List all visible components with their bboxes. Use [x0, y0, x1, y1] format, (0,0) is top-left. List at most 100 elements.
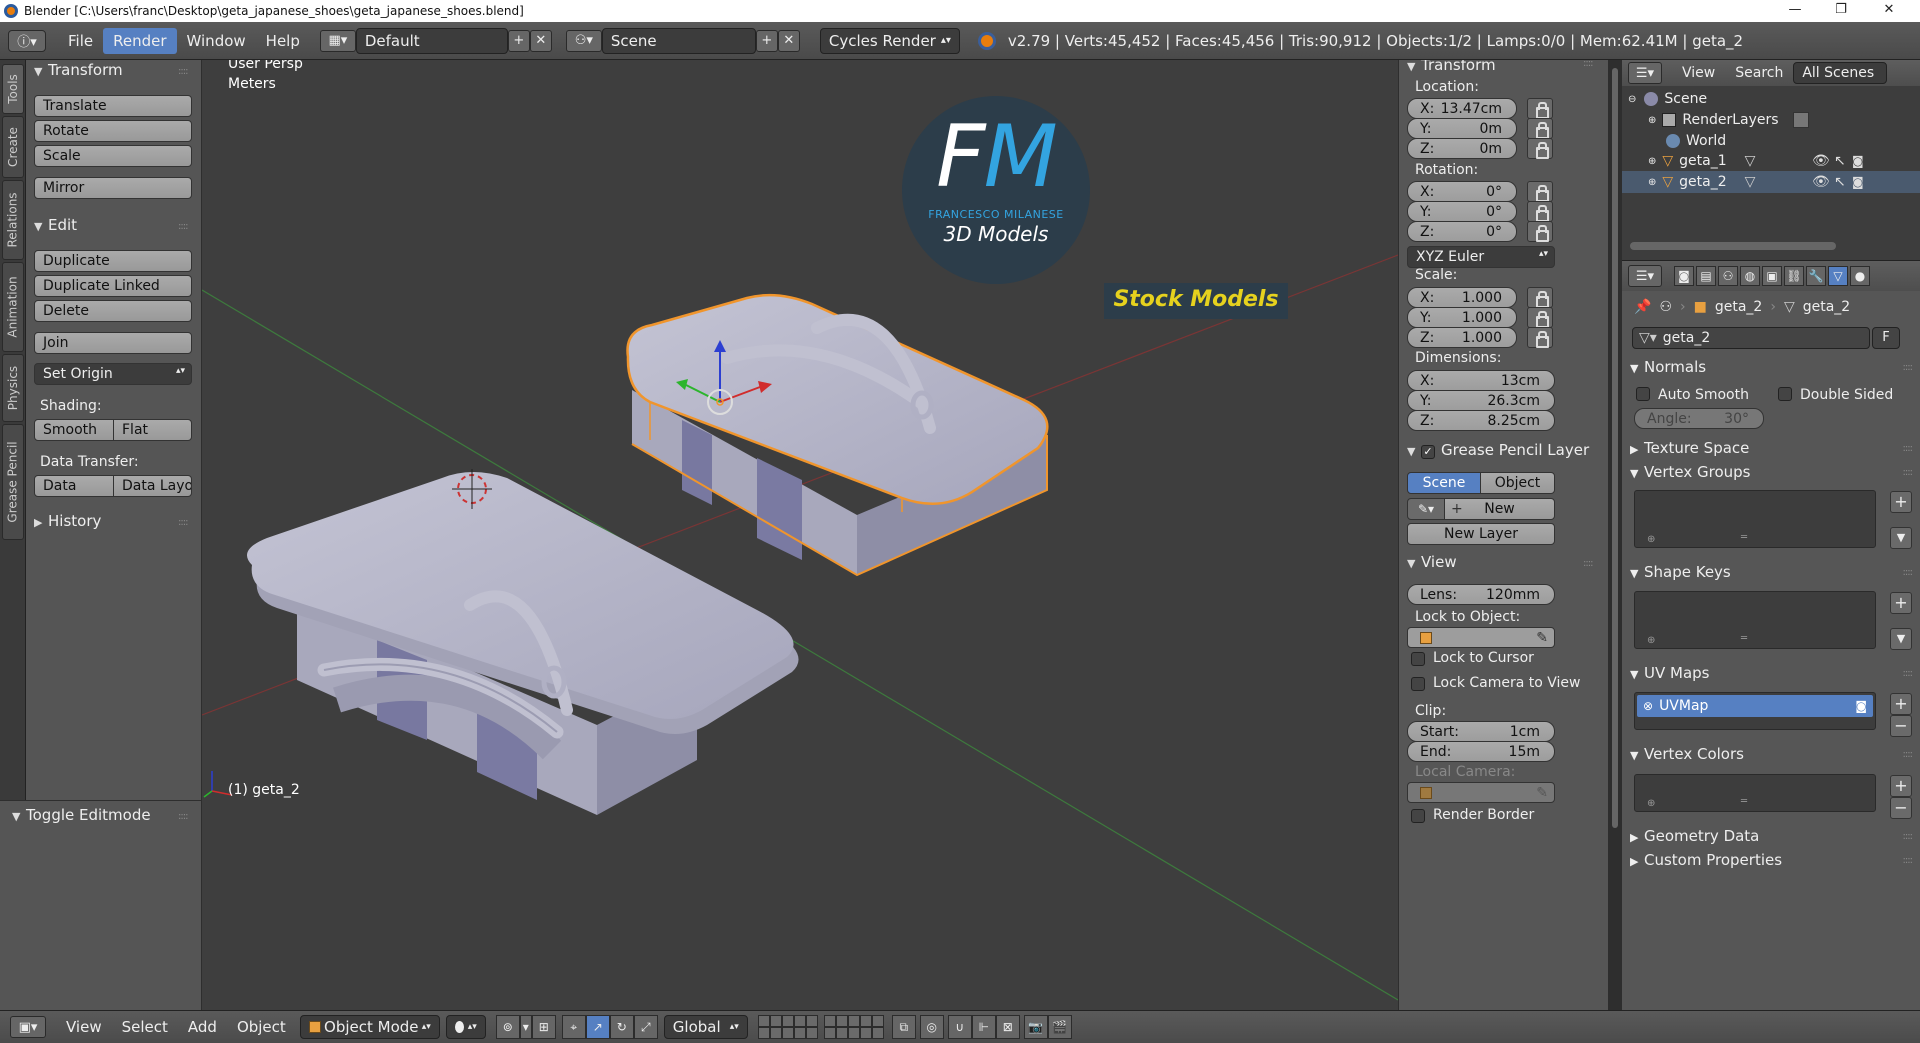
add-vertex-group-button[interactable]: +	[1890, 491, 1912, 513]
tab-physics[interactable]: Physics	[2, 354, 24, 422]
lock-to-cursor-checkbox[interactable]	[1411, 652, 1425, 666]
close-button[interactable]: ✕	[1866, 0, 1912, 22]
history-panel-header[interactable]: ▶ History	[34, 512, 101, 530]
properties-editor-icon[interactable]: ☰▾	[1628, 265, 1662, 287]
snap-element-icon[interactable]: ⊩	[971, 1015, 996, 1039]
flat-button[interactable]: Flat	[113, 419, 192, 441]
remove-vertex-color-button[interactable]: −	[1890, 797, 1912, 819]
texture-space-panel-header[interactable]: ▶ Texture Space::::	[1630, 439, 1913, 463]
rotation-y-field[interactable]: Y: 0°	[1407, 201, 1517, 222]
screen-layout-icon[interactable]: ▦▾	[319, 29, 356, 52]
rotation-z-field[interactable]: Z: 0°	[1407, 221, 1517, 242]
duplicate-linked-button[interactable]: Duplicate Linked	[34, 275, 192, 297]
object-tab-icon[interactable]: ▣	[1762, 266, 1782, 286]
add-uv-map-button[interactable]: +	[1890, 693, 1912, 715]
lock-camera-checkbox[interactable]	[1411, 677, 1425, 691]
tab-animation[interactable]: Animation	[2, 262, 24, 352]
constraints-tab-icon[interactable]: ⛓	[1784, 266, 1804, 286]
geta-2-mesh[interactable]	[626, 293, 1049, 577]
render-tab-icon[interactable]: ◙	[1674, 266, 1694, 286]
display-mode-dropdown[interactable]: All Scenes	[1793, 62, 1888, 84]
checkbox-checked-icon[interactable]: ✓	[1421, 445, 1435, 459]
lock-icon[interactable]	[1527, 98, 1553, 119]
scale-button[interactable]: Scale	[34, 145, 192, 167]
pivot-point-icon[interactable]: ⊚	[495, 1015, 520, 1039]
scale-x-field[interactable]: X: 1.000	[1407, 287, 1517, 308]
shape-keys-panel-header[interactable]: ▼ Shape Keys::::	[1630, 563, 1913, 587]
translate-button[interactable]: Translate	[34, 95, 192, 117]
pencil-icon[interactable]: ✎▾	[1407, 498, 1445, 520]
viewport-shading-dropdown[interactable]: ▴▾	[445, 1015, 486, 1039]
drag-grip-icon[interactable]: ::::	[178, 66, 189, 77]
add-shape-key-button[interactable]: +	[1890, 592, 1912, 614]
clip-start-field[interactable]: Start: 1cm	[1407, 721, 1555, 742]
opengl-animation-icon[interactable]: 🎬	[1047, 1015, 1072, 1039]
render-layers-tab-icon[interactable]: ▤	[1696, 266, 1716, 286]
geta-1-mesh[interactable]	[247, 472, 799, 815]
dimensions-x-field[interactable]: X: 13cm	[1407, 370, 1555, 391]
pin-icon[interactable]: 📌	[1634, 299, 1651, 315]
vertex-groups-list[interactable]: ⊕ ═	[1634, 490, 1876, 548]
lock-icon[interactable]	[1527, 201, 1553, 222]
fake-user-button[interactable]: F	[1872, 327, 1900, 349]
visibility-eye-icon[interactable]: 👁	[1812, 153, 1830, 169]
scene-icon[interactable]: ⚇▾	[565, 29, 602, 52]
drag-grip-icon[interactable]: ::::	[1583, 60, 1594, 69]
drag-grip-icon[interactable]: ::::	[178, 517, 189, 528]
drag-grip-icon[interactable]: ::::	[178, 221, 189, 232]
tab-tools[interactable]: Tools	[2, 64, 24, 114]
render-border-checkbox[interactable]	[1411, 809, 1425, 823]
scene-tab-icon[interactable]: ⚇	[1718, 266, 1738, 286]
select-menu[interactable]: Select	[112, 1014, 178, 1040]
screen-layout-dropdown[interactable]: Default	[355, 27, 508, 54]
3d-viewport[interactable]: User Persp Meters (1) geta_2 FM FRANCESC…	[202, 60, 1398, 1010]
outliner-row-renderlayers[interactable]: ⊕ RenderLayers	[1622, 109, 1920, 131]
dimensions-y-field[interactable]: Y: 26.3cm	[1407, 390, 1555, 411]
remove-uv-map-button[interactable]: −	[1890, 715, 1912, 737]
view-menu[interactable]: View	[56, 1014, 112, 1040]
layer-lock-icon[interactable]: ⧉	[891, 1015, 916, 1039]
tab-relations[interactable]: Relations	[2, 180, 24, 260]
mesh-name-field[interactable]: ▽▾ geta_2	[1632, 327, 1870, 349]
lock-icon[interactable]	[1527, 287, 1553, 308]
outliner-horizontal-scrollbar[interactable]	[1630, 242, 1836, 250]
drag-grip-icon[interactable]: ::::	[1583, 558, 1594, 569]
translate-manipulator-icon[interactable]: ↗	[585, 1015, 610, 1039]
menu-file[interactable]: File	[58, 28, 103, 54]
selectable-arrow-icon[interactable]: ↖	[1834, 174, 1846, 190]
add-menu[interactable]: Add	[178, 1014, 227, 1040]
outliner-row-world[interactable]: World	[1622, 130, 1920, 152]
mirror-button[interactable]: Mirror	[34, 177, 192, 199]
angle-field[interactable]: Angle: 30°	[1634, 408, 1764, 429]
transform-panel-header[interactable]: ▼ Transform	[34, 61, 123, 79]
mesh-datablock-icon[interactable]: ▽▾	[1633, 330, 1663, 346]
world-tab-icon[interactable]: ◍	[1740, 266, 1760, 286]
interaction-mode-dropdown[interactable]: Object Mode ▴▾	[299, 1015, 440, 1039]
outliner-menu-search[interactable]: Search	[1725, 61, 1793, 85]
scale-manipulator-icon[interactable]: ⤢	[633, 1015, 658, 1039]
proportional-edit-icon[interactable]: ◎	[919, 1015, 944, 1039]
outliner-row-scene[interactable]: ⊖ Scene	[1622, 88, 1920, 110]
expand-toggle-icon[interactable]: ⊕	[1648, 156, 1656, 167]
edit-panel-header[interactable]: ▼ Edit	[34, 216, 77, 234]
view-panel-header[interactable]: ▼ View	[1407, 553, 1457, 571]
snap-manipulator-icon[interactable]: ⊞	[531, 1015, 556, 1039]
3d-view-editor-icon[interactable]: ▣▾	[10, 1016, 46, 1038]
tab-create[interactable]: Create	[2, 116, 24, 178]
lock-icon[interactable]	[1527, 138, 1553, 159]
delete-button[interactable]: Delete	[34, 300, 192, 322]
lock-icon[interactable]	[1527, 221, 1553, 242]
rotate-manipulator-icon[interactable]: ↻	[609, 1015, 634, 1039]
grease-pencil-object-tab[interactable]: Object	[1480, 472, 1555, 494]
dimensions-z-field[interactable]: Z: 8.25cm	[1407, 410, 1555, 431]
pivot-dropdown-icon[interactable]: ▾	[519, 1015, 532, 1039]
scrollbar-thumb[interactable]	[1612, 68, 1618, 828]
transform-orientation-dropdown[interactable]: Global ▴▾	[663, 1015, 748, 1039]
shape-key-specials-button[interactable]: ▼	[1890, 628, 1912, 650]
outliner-menu-view[interactable]: View	[1672, 61, 1725, 85]
add-scene-icon[interactable]: +	[755, 29, 778, 52]
location-x-field[interactable]: X: 13.47cm	[1407, 98, 1517, 119]
menu-render[interactable]: Render	[103, 27, 177, 54]
local-camera-field[interactable]: ✎	[1407, 782, 1555, 803]
lens-field[interactable]: Lens: 120mm	[1407, 584, 1555, 605]
